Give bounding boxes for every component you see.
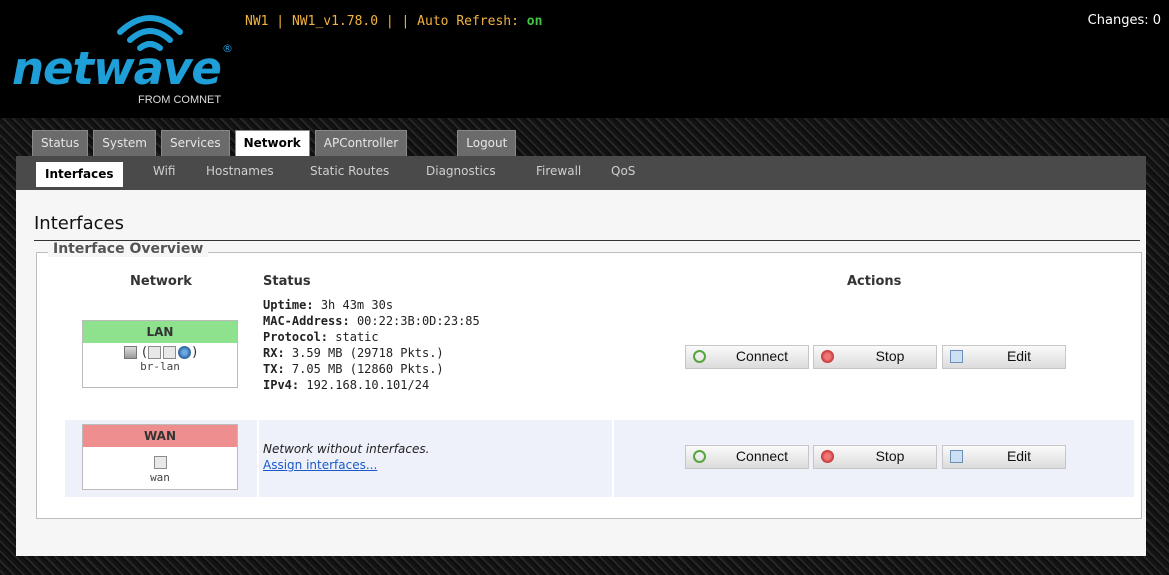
tx-label: TX: (263, 362, 285, 376)
device-name: wan (150, 471, 170, 484)
tab-logout[interactable]: Logout (457, 130, 517, 157)
subtab-firewall[interactable]: Firewall (536, 164, 581, 178)
wifi-icon (178, 346, 192, 359)
connect-button[interactable]: Connect (685, 345, 809, 369)
stop-label: Stop (875, 348, 905, 364)
tab-status[interactable]: Status (32, 130, 89, 157)
subtab-qos[interactable]: QoS (611, 164, 635, 178)
stop-icon (821, 450, 834, 463)
edit-label: Edit (1006, 448, 1032, 464)
changes-counter[interactable]: Changes: 0 (1088, 13, 1161, 28)
refresh-icon (693, 350, 706, 363)
protocol-value: static (335, 330, 379, 344)
column-header-status: Status (263, 274, 311, 289)
subtab-static-routes[interactable]: Static Routes (310, 164, 389, 178)
interface-icons: () (83, 345, 237, 360)
subtab-interfaces[interactable]: Interfaces (36, 162, 123, 187)
edit-icon (950, 450, 963, 463)
mac-value: 00:22:3B:0D:23:85 (356, 314, 480, 328)
uptime-label: Uptime: (263, 298, 314, 312)
main-tabs: Status System Services Network APControl… (32, 130, 517, 157)
page-title: Interfaces (34, 213, 124, 234)
icons-open-paren: ( (141, 345, 148, 360)
subtab-wifi[interactable]: Wifi (153, 164, 176, 178)
stop-icon (821, 350, 834, 363)
interface-icons (83, 452, 237, 471)
ipv4-label: IPv4: (263, 378, 300, 392)
status-wan: Network without interfaces. Assign inter… (263, 441, 429, 473)
content-panel: Interfaces Wifi Hostnames Static Routes … (16, 156, 1146, 556)
rx-label: RX: (263, 346, 285, 360)
assign-interfaces-link[interactable]: Assign interfaces... (263, 457, 429, 473)
auto-refresh-toggle[interactable]: on (527, 14, 543, 29)
section-legend: Interface Overview (48, 241, 209, 257)
column-divider (612, 420, 614, 497)
ethernet-icon (153, 456, 167, 469)
ipv4-value: 192.168.10.101/24 (306, 378, 430, 392)
column-header-actions: Actions (847, 274, 902, 289)
refresh-icon (693, 450, 706, 463)
edit-button[interactable]: Edit (942, 345, 1066, 369)
status-line-tx: TX: 7.05 MB (12860 Pkts.) (263, 361, 480, 377)
connect-label: Connect (735, 348, 789, 364)
tab-apcontroller[interactable]: APController (314, 130, 408, 157)
ethernet-icon (163, 346, 177, 359)
system-info: NW1 | NW1_v1.78.0 | | Auto Refresh: on (245, 14, 542, 29)
header: netwave ® FROM COMNET NW1 | NW1_v1.78.0 … (0, 0, 1169, 118)
status-lan: Uptime: 3h 43m 30s MAC-Address: 00:22:3B… (263, 297, 480, 393)
logo-subtitle: FROM COMNET (138, 94, 222, 106)
tab-network[interactable]: Network (234, 130, 310, 157)
sub-navigation: Interfaces Wifi Hostnames Static Routes … (16, 156, 1146, 190)
network-box-lan[interactable]: LAN () br-lan (82, 320, 238, 388)
status-line-ipv4: IPv4: 192.168.10.101/24 (263, 377, 480, 393)
edit-label: Edit (1006, 348, 1032, 364)
stop-button[interactable]: Stop (813, 445, 937, 469)
column-header-network: Network (130, 274, 192, 289)
status-line-uptime: Uptime: 3h 43m 30s (263, 297, 480, 313)
ethernet-icon (148, 346, 162, 359)
status-line-rx: RX: 3.59 MB (29718 Pkts.) (263, 345, 480, 361)
edit-icon (950, 350, 963, 363)
stop-label: Stop (875, 448, 905, 464)
protocol-label: Protocol: (263, 330, 329, 344)
tab-system[interactable]: System (93, 130, 156, 157)
logo-text: netwave (12, 42, 222, 95)
rx-value: 3.59 MB (29718 Pkts.) (291, 346, 444, 360)
subtab-diagnostics[interactable]: Diagnostics (426, 164, 496, 178)
tx-value: 7.05 MB (12860 Pkts.) (291, 362, 444, 376)
status-line-mac: MAC-Address: 00:22:3B:0D:23:85 (263, 313, 480, 329)
network-box-wan[interactable]: WAN wan (82, 424, 238, 490)
mac-label: MAC-Address: (263, 314, 350, 328)
registered-mark: ® (222, 42, 233, 55)
icons-close-paren: ) (192, 345, 198, 360)
column-divider (257, 420, 259, 497)
bridge-icon (123, 346, 137, 359)
status-note: Network without interfaces. (263, 442, 430, 456)
netwave-logo[interactable]: netwave ® FROM COMNET (10, 8, 240, 113)
subtab-hostnames[interactable]: Hostnames (206, 164, 274, 178)
stop-button[interactable]: Stop (813, 345, 937, 369)
status-line-protocol: Protocol: static (263, 329, 480, 345)
system-info-text: NW1 | NW1_v1.78.0 | | Auto Refresh: (245, 14, 527, 29)
tab-services[interactable]: Services (161, 130, 230, 157)
device-name: br-lan (140, 360, 180, 373)
uptime-value: 3h 43m 30s (320, 298, 394, 312)
connect-label: Connect (735, 448, 789, 464)
network-name-wan: WAN (83, 425, 237, 447)
network-name-lan: LAN (83, 321, 237, 343)
edit-button[interactable]: Edit (942, 445, 1066, 469)
connect-button[interactable]: Connect (685, 445, 809, 469)
